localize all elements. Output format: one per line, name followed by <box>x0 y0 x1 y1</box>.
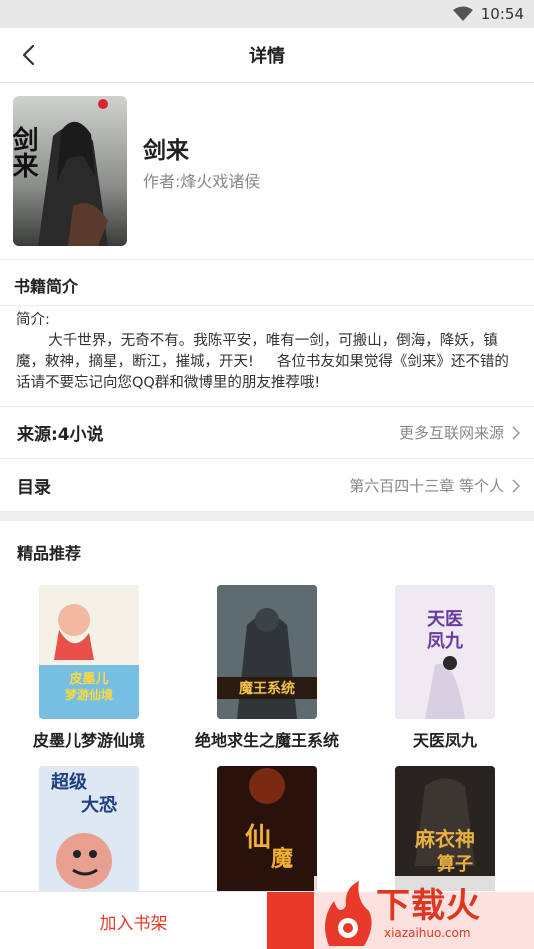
recommend-title: 绝地求生之魔王系统 <box>194 731 339 750</box>
svg-text:麻衣神: 麻衣神 <box>414 827 475 851</box>
divider <box>0 305 534 306</box>
status-bar: 10:54 <box>0 0 534 28</box>
book-cover[interactable]: 剑来 <box>13 96 127 246</box>
book-title: 剑来 <box>143 138 189 164</box>
watermark-text: 下载火 <box>376 886 481 926</box>
chevron-left-icon <box>22 44 35 66</box>
intro-heading: 书籍简介 <box>14 277 79 296</box>
recommend-cover[interactable]: 仙 魔 <box>217 766 317 900</box>
status-time: 10:54 <box>480 5 524 23</box>
recommend-heading: 精品推荐 <box>17 544 82 563</box>
recommend-cover[interactable]: 天医 凤九 <box>395 585 495 719</box>
svg-text:魔王系统: 魔王系统 <box>239 680 295 697</box>
catalog-label: 目录 <box>17 478 51 498</box>
svg-text:凤九: 凤九 <box>427 631 463 652</box>
recommend-title: 天医凤九 <box>412 731 477 750</box>
book-cover-title: 剑来 <box>13 125 38 178</box>
book-intro: 书籍简介 简介: 大千世界，无奇不有。我陈平安，唯有一剑，可搬山，倒海，降妖，镇… <box>0 260 534 407</box>
watermark-logo: 下载火 xiazaihuo.com <box>314 876 534 949</box>
recommend-cover[interactable]: 皮墨儿 梦游仙境 <box>39 585 139 719</box>
chevron-right-icon <box>512 478 520 493</box>
source-row[interactable]: 来源:4小说 更多互联网来源 <box>0 407 534 459</box>
svg-text:魔: 魔 <box>271 846 293 872</box>
book-author[interactable]: 作者:烽火戏诸侯 <box>143 168 260 192</box>
add-to-shelf-button[interactable]: 加入书架 <box>0 892 267 949</box>
page-title: 详情 <box>249 46 285 67</box>
latest-chapter: 第六百四十三章 等个人 <box>349 477 504 495</box>
source-more: 更多互联网来源 <box>398 424 504 442</box>
app-header: 详情 <box>0 28 534 83</box>
recommend-cover[interactable]: 超级 大恐 <box>39 766 139 900</box>
svg-text:算子: 算子 <box>437 853 473 875</box>
source-label: 来源:4小说 <box>17 425 104 445</box>
intro-text: 简介: 大千世界，无奇不有。我陈平安，唯有一剑，可搬山，倒海，降妖，镇魔，敕神，… <box>16 312 509 391</box>
chevron-right-icon <box>512 425 520 440</box>
section-gap <box>0 512 534 521</box>
svg-text:大恐: 大恐 <box>81 794 117 816</box>
watermark-url: xiazaihuo.com <box>384 926 471 940</box>
svg-text:仙: 仙 <box>245 823 271 853</box>
book-info: 剑来 剑来 作者:烽火戏诸侯 <box>0 83 534 260</box>
back-button[interactable] <box>10 37 46 73</box>
svg-text:皮墨儿: 皮墨儿 <box>68 671 108 687</box>
svg-text:超级: 超级 <box>51 771 88 793</box>
catalog-row[interactable]: 目录 第六百四十三章 等个人 <box>0 460 534 512</box>
recommend-title: 皮墨儿梦游仙境 <box>32 731 145 750</box>
svg-text:梦游仙境: 梦游仙境 <box>65 687 113 702</box>
svg-text:天医: 天医 <box>427 609 463 630</box>
recommend-cover[interactable]: 魔王系统 <box>217 585 317 719</box>
wifi-icon <box>452 6 473 21</box>
